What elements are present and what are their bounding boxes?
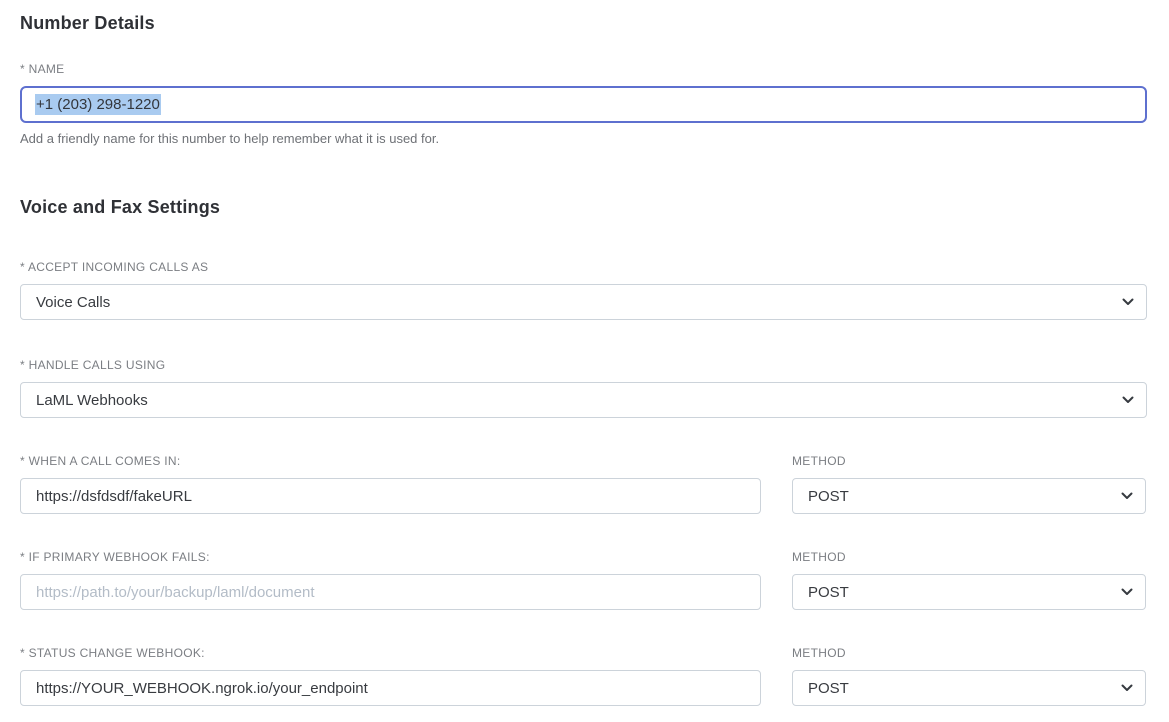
primary-webhook-fails-row: * IF PRIMARY WEBHOOK FAILS: METHOD POST	[20, 550, 1147, 610]
name-help-text: Add a friendly name for this number to h…	[20, 131, 1147, 146]
when-call-comes-in-input[interactable]	[20, 478, 761, 514]
number-settings-page: Number Details * NAME +1 (203) 298-1220 …	[0, 0, 1169, 706]
when-call-comes-in-row: * WHEN A CALL COMES IN: METHOD POST	[20, 454, 1147, 514]
handle-calls-label: * HANDLE CALLS USING	[20, 358, 1147, 372]
handle-calls-using-select[interactable]: LaML Webhooks	[20, 382, 1147, 418]
method-select-status[interactable]: POST	[792, 670, 1146, 706]
method-label: METHOD	[792, 646, 1146, 660]
handle-calls-select-wrap: LaML Webhooks	[20, 382, 1147, 418]
name-input[interactable]: +1 (203) 298-1220	[20, 86, 1147, 123]
when-call-comes-in-label: * WHEN A CALL COMES IN:	[20, 454, 761, 468]
status-change-webhook-input[interactable]	[20, 670, 761, 706]
method-label: METHOD	[792, 454, 1146, 468]
number-details-title: Number Details	[20, 12, 1147, 34]
accept-incoming-select-wrap: Voice Calls	[20, 284, 1147, 320]
method-select-fallback[interactable]: POST	[792, 574, 1146, 610]
method-label: METHOD	[792, 550, 1146, 564]
status-change-webhook-row: * STATUS CHANGE WEBHOOK: METHOD POST	[20, 646, 1147, 706]
primary-webhook-fails-label: * IF PRIMARY WEBHOOK FAILS:	[20, 550, 761, 564]
number-details-section: Number Details * NAME +1 (203) 298-1220 …	[20, 12, 1147, 146]
voice-fax-section: Voice and Fax Settings * ACCEPT INCOMING…	[20, 196, 1147, 706]
accept-incoming-label: * ACCEPT INCOMING CALLS AS	[20, 260, 1147, 274]
status-change-webhook-label: * STATUS CHANGE WEBHOOK:	[20, 646, 761, 660]
name-input-selected-text: +1 (203) 298-1220	[35, 94, 161, 115]
name-label: * NAME	[20, 62, 1147, 76]
voice-fax-title: Voice and Fax Settings	[20, 196, 1147, 218]
method-select-wrap: POST	[792, 670, 1146, 706]
accept-incoming-calls-select[interactable]: Voice Calls	[20, 284, 1147, 320]
primary-webhook-fails-input[interactable]	[20, 574, 761, 610]
method-select-wrap: POST	[792, 574, 1146, 610]
method-select-incoming[interactable]: POST	[792, 478, 1146, 514]
method-select-wrap: POST	[792, 478, 1146, 514]
